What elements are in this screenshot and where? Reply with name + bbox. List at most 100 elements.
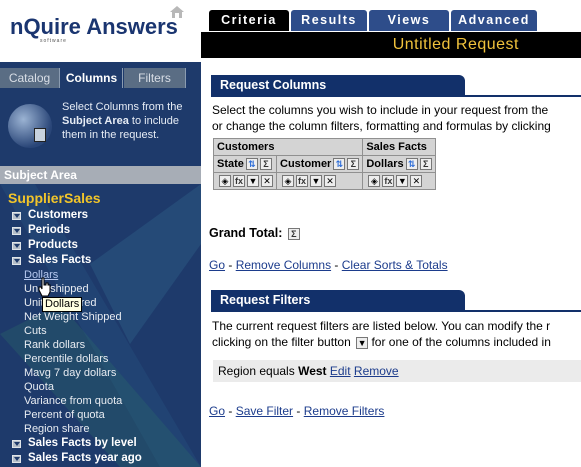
filter-icon[interactable]: ▼ [247, 175, 259, 188]
criteria-columns-table: Customers Sales Facts State ⇅ Σ Customer ⇅ Σ… [212, 138, 436, 191]
format-icon[interactable]: ◈ [219, 175, 231, 188]
sort-icon[interactable]: ⇅ [405, 158, 418, 171]
column-units-ordered-end: red [80, 297, 97, 309]
column-units-shipped-start: Un [24, 283, 39, 295]
request-filters-instructions-2: clicking on the filter button ▼ for one … [212, 334, 581, 350]
filter-icon[interactable]: ▼ [396, 175, 409, 188]
column-variance-from-quota[interactable]: Variance from quota [12, 394, 200, 408]
tab-catalog[interactable]: Catalog [0, 68, 60, 88]
filter-item: Region equals West Edit Remove [213, 360, 581, 382]
delete-icon[interactable]: ✕ [324, 175, 336, 188]
edit-filter-link[interactable]: Edit [330, 364, 351, 378]
delete-icon[interactable]: ✕ [261, 175, 273, 188]
logo-area: nQuire Answers software [0, 0, 201, 62]
link-separator: - [228, 258, 233, 272]
column-rank-dollars[interactable]: Rank dollars [12, 338, 200, 352]
expand-icon[interactable] [12, 212, 21, 220]
grand-total-sigma-icon[interactable]: Σ [287, 227, 300, 240]
remove-columns-link[interactable]: Remove Columns [236, 258, 331, 272]
link-separator: - [296, 404, 301, 418]
expand-icon[interactable] [12, 257, 21, 265]
tab-criteria[interactable]: Criteria [209, 10, 289, 31]
delete-icon[interactable]: ✕ [410, 175, 423, 188]
column-mavg-7-day-dollars[interactable]: Mavg 7 day dollars [12, 366, 200, 380]
sigma-icon[interactable]: Σ [419, 158, 432, 171]
format-icon[interactable]: ◈ [282, 175, 294, 188]
title-bar: Untitled Request [201, 32, 581, 58]
home-icon[interactable] [170, 6, 184, 18]
columns-actions: Go - Remove Columns - Clear Sorts & Tota… [209, 258, 448, 272]
folder-customers[interactable]: Customers [12, 208, 200, 223]
folder-label: Products [28, 239, 78, 251]
subject-area-name[interactable]: SupplierSales [8, 190, 101, 206]
filter-value: West [298, 364, 327, 378]
remove-filter-link[interactable]: Remove [354, 364, 399, 378]
column-units-ordered[interactable]: Unit red [12, 296, 200, 310]
column-cuts[interactable]: Cuts [12, 324, 200, 338]
app-logo[interactable]: nQuire Answers software [10, 14, 178, 44]
column-tools-dollars: ◈ fx ▼ ✕ [362, 172, 436, 191]
filter-button-icon: ▼ [356, 336, 369, 349]
folder-sales-facts[interactable]: Sales Facts [12, 253, 200, 268]
expand-icon[interactable] [12, 440, 21, 448]
column-net-weight-shipped[interactable]: Net Weight Shipped [12, 310, 200, 324]
request-filters-instructions-1: The current request filters are listed b… [212, 319, 551, 333]
sort-icon[interactable]: ⇅ [245, 158, 258, 171]
filters-text-post: for one of the columns included in [371, 335, 551, 349]
sigma-icon[interactable]: Σ [347, 158, 360, 171]
formula-icon[interactable]: fx [382, 175, 395, 188]
expand-icon[interactable] [12, 227, 21, 235]
filter-icon[interactable]: ▼ [310, 175, 322, 188]
left-panel: nQuire Answers software Catalog Columns … [0, 0, 201, 467]
folder-periods[interactable]: Periods [12, 223, 200, 238]
tab-views[interactable]: Views [369, 10, 449, 31]
tab-advanced[interactable]: Advanced [451, 10, 537, 31]
filter-condition: Region equals [218, 364, 295, 378]
app-logo-subtext: software [40, 38, 67, 44]
grand-total-label: Grand Total: [209, 226, 283, 240]
formula-icon[interactable]: fx [233, 175, 245, 188]
column-percent-of-quota[interactable]: Percent of quota [12, 408, 200, 422]
expand-icon[interactable] [12, 242, 21, 250]
subject-area-header: Subject Area [0, 166, 201, 184]
subject-tree: Customers Periods Products Sales Facts D… [12, 208, 200, 466]
request-columns-instructions-1: Select the columns you wish to include i… [212, 103, 549, 117]
columns-help-icon [8, 104, 52, 148]
column-tools-state: ◈ fx ▼ ✕ [213, 172, 277, 191]
folder-label: Sales Facts year ago [28, 452, 142, 464]
folder-products[interactable]: Products [12, 238, 200, 253]
section-divider [211, 95, 581, 97]
sigma-icon[interactable]: Σ [259, 158, 272, 171]
tab-columns[interactable]: Columns [61, 68, 123, 88]
format-icon[interactable]: ◈ [368, 175, 381, 188]
column-label: State [217, 158, 244, 170]
link-separator: - [228, 404, 233, 418]
filters-actions: Go - Save Filter - Remove Filters [209, 404, 384, 418]
column-header-dollars[interactable]: Dollars ⇅ Σ [362, 154, 436, 174]
clear-sorts-link[interactable]: Clear Sorts & Totals [342, 258, 448, 272]
hand-cursor-icon [38, 277, 51, 297]
filters-go-link[interactable]: Go [209, 404, 225, 418]
folder-label: Periods [28, 224, 71, 236]
tab-filters[interactable]: Filters [124, 68, 186, 88]
tooltip: Dollars [42, 297, 83, 312]
link-separator: - [334, 258, 339, 272]
save-filter-link[interactable]: Save Filter [236, 404, 293, 418]
go-link[interactable]: Go [209, 258, 225, 272]
folder-label: Sales Facts [28, 254, 92, 266]
column-header-state[interactable]: State ⇅ Σ [213, 154, 277, 174]
folder-sales-facts-year-ago[interactable]: Sales Facts year ago [12, 451, 200, 466]
column-header-customer[interactable]: Customer ⇅ Σ [275, 154, 364, 174]
formula-icon[interactable]: fx [296, 175, 308, 188]
expand-icon[interactable] [12, 455, 21, 463]
column-percentile-dollars[interactable]: Percentile dollars [12, 352, 200, 366]
sort-icon[interactable]: ⇅ [333, 158, 346, 171]
help-text-bold: Subject Area [62, 115, 129, 127]
remove-filters-link[interactable]: Remove Filters [304, 404, 385, 418]
folder-sales-facts-by-level[interactable]: Sales Facts by level [12, 436, 200, 451]
section-divider [211, 310, 581, 312]
column-quota[interactable]: Quota [12, 380, 200, 394]
column-region-share[interactable]: Region share [12, 422, 200, 436]
request-columns-header: Request Columns [211, 75, 465, 96]
tab-results[interactable]: Results [291, 10, 367, 31]
